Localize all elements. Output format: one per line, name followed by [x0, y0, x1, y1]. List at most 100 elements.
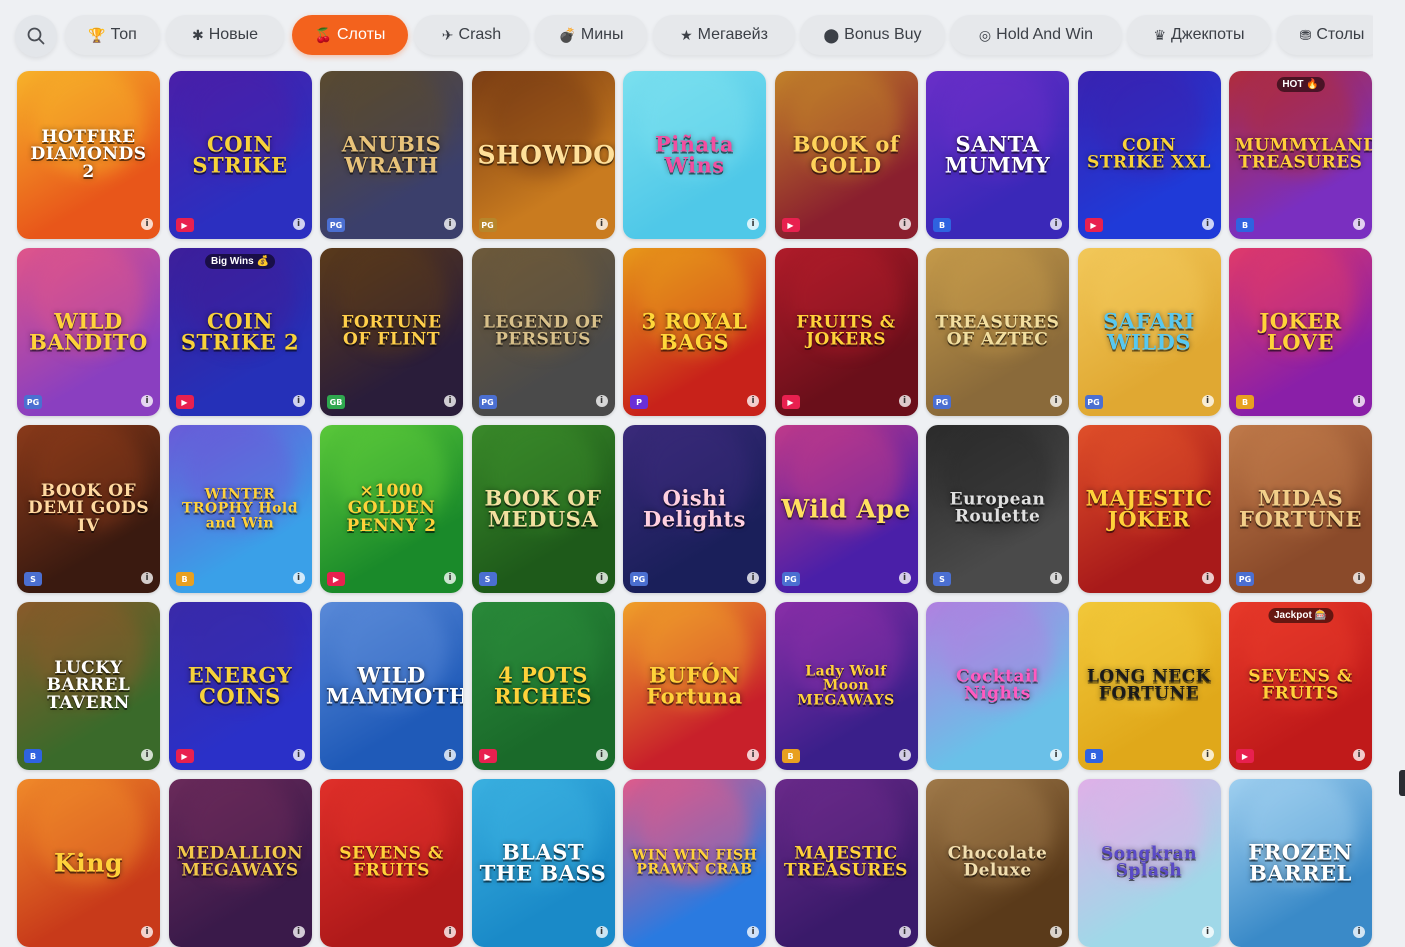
info-icon[interactable]: i: [444, 572, 456, 584]
info-icon[interactable]: i: [595, 926, 608, 938]
search-button[interactable]: [15, 15, 57, 57]
side-panel-handle[interactable]: [1399, 770, 1405, 796]
game-tile[interactable]: FRUITS & JOKERS ▶ i: [774, 248, 918, 416]
info-icon[interactable]: i: [292, 926, 305, 938]
category-chip-2[interactable]: 🍒 Слоты: [292, 15, 408, 55]
game-tile[interactable]: COIN STRIKE XXL ▶ i: [1077, 71, 1221, 239]
info-icon[interactable]: i: [595, 749, 608, 761]
game-tile[interactable]: Songkran Splash i: [1077, 779, 1221, 947]
info-icon[interactable]: i: [444, 749, 456, 761]
game-tile[interactable]: MIDAS FORTUNE PG i: [1229, 425, 1372, 593]
game-tile[interactable]: ×1000 GOLDEN PENNY 2 ▶ i: [320, 425, 463, 593]
category-chip-3[interactable]: ✈ Crash: [414, 15, 529, 55]
info-icon[interactable]: i: [444, 395, 456, 407]
game-tile[interactable]: WINTER TROPHY Hold and Win Bi: [168, 425, 312, 593]
info-icon[interactable]: i: [595, 218, 608, 230]
info-icon[interactable]: i: [747, 572, 759, 584]
info-icon[interactable]: i: [1201, 395, 1214, 407]
info-icon[interactable]: i: [898, 395, 911, 407]
info-icon[interactable]: i: [1201, 572, 1214, 584]
game-tile[interactable]: 4 POTS RICHES ▶ i: [471, 602, 615, 770]
info-icon[interactable]: i: [141, 572, 153, 584]
info-icon[interactable]: i: [444, 218, 456, 230]
game-tile[interactable]: SEVENS & FRUITS i: [320, 779, 463, 947]
game-tile[interactable]: MAJESTIC TREASURES i: [774, 779, 918, 947]
category-chip-0[interactable]: 🏆 Топ: [65, 15, 160, 55]
game-tile[interactable]: Cocktail Nights i: [926, 602, 1069, 770]
info-icon[interactable]: i: [292, 572, 305, 584]
game-tile[interactable]: Chocolate Deluxe i: [926, 779, 1069, 947]
game-tile[interactable]: TREASURES OF AZTEC PG i: [926, 248, 1069, 416]
game-tile[interactable]: BLAST THE BASS i: [471, 779, 615, 947]
info-icon[interactable]: i: [898, 572, 911, 584]
game-tile[interactable]: BOOK OF DEMI GODS IV Si: [17, 425, 160, 593]
game-tile[interactable]: FROZEN BARREL i: [1229, 779, 1372, 947]
category-chip-4[interactable]: 💣 Мины: [535, 15, 647, 55]
game-tile[interactable]: MUMMYLAND TREASURES HOT 🔥 Bi: [1229, 71, 1372, 239]
info-icon[interactable]: i: [1353, 926, 1365, 938]
info-icon[interactable]: i: [898, 926, 911, 938]
game-tile[interactable]: MEDALLION MEGAWAYS i: [168, 779, 312, 947]
game-tile[interactable]: LONG NECK FORTUNE Bi: [1077, 602, 1221, 770]
game-tile[interactable]: Wild Ape PG i: [774, 425, 918, 593]
game-tile[interactable]: LUCKY BARREL TAVERN Bi: [17, 602, 160, 770]
game-tile[interactable]: Piñata Wins i: [623, 71, 766, 239]
game-tile[interactable]: COIN STRIKE ▶ i: [168, 71, 312, 239]
game-tile[interactable]: 3 ROYAL BAGS Pi: [623, 248, 766, 416]
info-icon[interactable]: i: [747, 926, 759, 938]
game-tile[interactable]: BOOK OF MEDUSA Si: [471, 425, 615, 593]
game-tile[interactable]: BUFÓN Fortuna i: [623, 602, 766, 770]
category-chip-6[interactable]: ⬤ Bonus Buy: [800, 15, 945, 55]
game-tile[interactable]: ANUBIS WRATH PG i: [320, 71, 463, 239]
game-tile[interactable]: LEGEND OF PERSEUS PG i: [471, 248, 615, 416]
game-tile[interactable]: Lady Wolf Moon MEGAWAYS Bi: [774, 602, 918, 770]
info-icon[interactable]: i: [1353, 218, 1365, 230]
info-icon[interactable]: i: [1353, 749, 1365, 761]
info-icon[interactable]: i: [444, 926, 456, 938]
category-chip-5[interactable]: ★ Мегавейз: [653, 15, 795, 55]
info-icon[interactable]: i: [1050, 926, 1062, 938]
info-icon[interactable]: i: [898, 218, 911, 230]
game-tile[interactable]: COIN STRIKE 2 Big Wins 💰 ▶ i: [168, 248, 312, 416]
game-tile[interactable]: SANTA MUMMY Bi: [926, 71, 1069, 239]
info-icon[interactable]: i: [747, 395, 759, 407]
info-icon[interactable]: i: [141, 926, 153, 938]
info-icon[interactable]: i: [141, 218, 153, 230]
info-icon[interactable]: i: [1050, 572, 1062, 584]
game-tile[interactable]: FORTUNE OF FLINT GB i: [320, 248, 463, 416]
info-icon[interactable]: i: [1201, 749, 1214, 761]
category-chip-8[interactable]: ♛ Джекпоты: [1127, 15, 1271, 55]
game-tile[interactable]: European Roulette Si: [926, 425, 1069, 593]
game-tile[interactable]: WILD BANDITO PG i: [17, 248, 160, 416]
game-tile[interactable]: SHOWDOWN PG i: [471, 71, 615, 239]
info-icon[interactable]: i: [292, 749, 305, 761]
game-tile[interactable]: Oishi Delights PG i: [623, 425, 766, 593]
info-icon[interactable]: i: [595, 395, 608, 407]
game-tile[interactable]: WIN WIN FISH PRAWN CRAB i: [623, 779, 766, 947]
info-icon[interactable]: i: [595, 572, 608, 584]
info-icon[interactable]: i: [292, 395, 305, 407]
info-icon[interactable]: i: [141, 749, 153, 761]
game-tile[interactable]: WILD MAMMOTH i: [320, 602, 463, 770]
info-icon[interactable]: i: [292, 218, 305, 230]
game-tile[interactable]: King i: [17, 779, 160, 947]
info-icon[interactable]: i: [747, 749, 759, 761]
info-icon[interactable]: i: [1353, 395, 1365, 407]
game-tile[interactable]: SEVENS & FRUITS Jackpot 🎰 ▶ i: [1229, 602, 1372, 770]
info-icon[interactable]: i: [1050, 749, 1062, 761]
info-icon[interactable]: i: [1050, 218, 1062, 230]
info-icon[interactable]: i: [141, 395, 153, 407]
info-icon[interactable]: i: [747, 218, 759, 230]
game-tile[interactable]: BOOK of GOLD ▶ i: [774, 71, 918, 239]
info-icon[interactable]: i: [1353, 572, 1365, 584]
info-icon[interactable]: i: [898, 749, 911, 761]
info-icon[interactable]: i: [1050, 395, 1062, 407]
info-icon[interactable]: i: [1201, 926, 1214, 938]
game-tile[interactable]: SAFARI WILDS PG i: [1077, 248, 1221, 416]
category-chip-9[interactable]: ⛃ Столы: [1277, 15, 1373, 55]
game-tile[interactable]: HOTFIRE DIAMONDS 2 i: [17, 71, 160, 239]
category-chip-1[interactable]: ✱ Новые: [166, 15, 284, 55]
info-icon[interactable]: i: [1201, 218, 1214, 230]
game-tile[interactable]: JOKER LOVE Bi: [1229, 248, 1372, 416]
category-chip-7[interactable]: ◎ Hold And Win: [950, 15, 1122, 55]
